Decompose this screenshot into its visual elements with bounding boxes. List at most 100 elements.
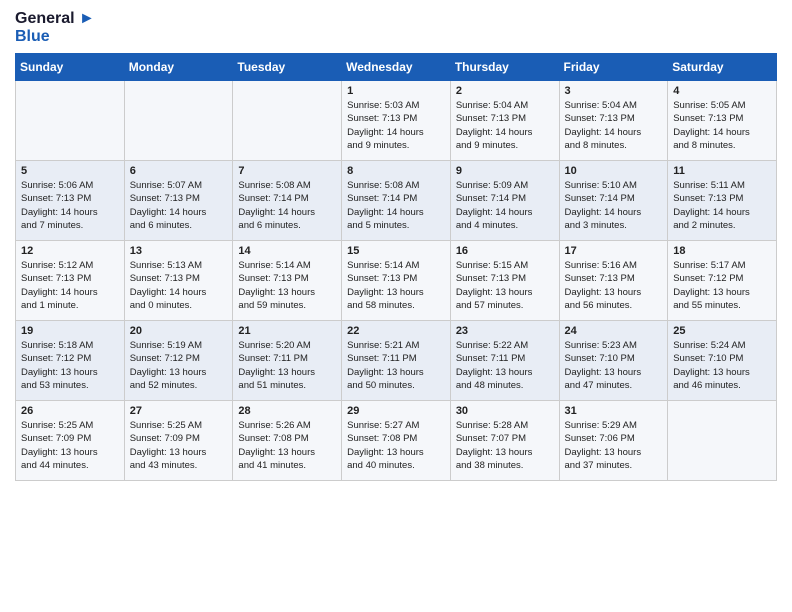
calendar-cell: 13Sunrise: 5:13 AMSunset: 7:13 PMDayligh… [124,241,233,321]
day-number: 19 [21,325,119,337]
day-number: 23 [456,325,554,337]
day-info: Sunrise: 5:16 AMSunset: 7:13 PMDaylight:… [565,259,663,312]
calendar-cell: 16Sunrise: 5:15 AMSunset: 7:13 PMDayligh… [450,241,559,321]
day-number: 24 [565,325,663,337]
calendar-cell: 7 Sunrise: 5:08 AMSunset: 7:14 PMDaylight… [233,161,342,241]
day-number: 14 [238,245,336,257]
weekday-header-sunday: Sunday [16,54,125,81]
calendar-cell: 14 Sunrise: 5:14 AMSunset: 7:13 PMDayligh… [233,241,342,321]
week-row-3: 12 Sunrise: 5:12 AMSunset: 7:13 PMDayligh… [16,241,777,321]
calendar-cell: 21 Sunrise: 5:20 AMSunset: 7:11 PMDayligh… [233,321,342,401]
day-number: 25 [673,325,771,337]
day-info: Sunrise: 5:08 AMSunset: 7:14 PMDaylight:… [238,179,336,232]
calendar-cell: 11 Sunrise: 5:11 AMSunset: 7:13 PMDayligh… [668,161,777,241]
day-info: Sunrise: 5:06 AMSunset: 7:13 PMDaylight:… [21,179,119,232]
day-number: 30 [456,405,554,417]
calendar-cell: 18Sunrise: 5:17 AMSunset: 7:12 PMDayligh… [668,241,777,321]
day-number: 8 [347,165,445,177]
day-number: 21 [238,325,336,337]
calendar-table: SundayMondayTuesdayWednesdayThursdayFrid… [15,53,777,481]
day-number: 1 [347,85,445,97]
calendar-cell [233,81,342,161]
day-number: 6 [130,165,228,177]
day-number: 26 [21,405,119,417]
day-info: Sunrise: 5:03 AMSunset: 7:13 PMDaylight:… [347,99,445,152]
logo: General ► Blue [15,10,95,45]
weekday-header-tuesday: Tuesday [233,54,342,81]
day-info: Sunrise: 5:20 AMSunset: 7:11 PMDaylight:… [238,339,336,392]
day-number: 15 [347,245,445,257]
day-number: 27 [130,405,228,417]
day-info: Sunrise: 5:04 AMSunset: 7:13 PMDaylight:… [565,99,663,152]
day-info: Sunrise: 5:21 AMSunset: 7:11 PMDaylight:… [347,339,445,392]
week-row-5: 26 Sunrise: 5:25 AMSunset: 7:09 PMDayligh… [16,401,777,481]
day-number: 17 [565,245,663,257]
day-info: Sunrise: 5:25 AMSunset: 7:09 PMDaylight:… [130,419,228,472]
day-number: 29 [347,405,445,417]
day-info: Sunrise: 5:04 AMSunset: 7:13 PMDaylight:… [456,99,554,152]
day-info: Sunrise: 5:24 AMSunset: 7:10 PMDaylight:… [673,339,771,392]
calendar-cell [124,81,233,161]
day-number: 22 [347,325,445,337]
page-header: General ► Blue [15,10,777,45]
day-info: Sunrise: 5:09 AMSunset: 7:14 PMDaylight:… [456,179,554,232]
weekday-header-wednesday: Wednesday [342,54,451,81]
day-info: Sunrise: 5:19 AMSunset: 7:12 PMDaylight:… [130,339,228,392]
day-number: 13 [130,245,228,257]
calendar-cell: 27 Sunrise: 5:25 AMSunset: 7:09 PMDayligh… [124,401,233,481]
day-info: Sunrise: 5:11 AMSunset: 7:13 PMDaylight:… [673,179,771,232]
day-number: 16 [456,245,554,257]
week-row-1: 1 Sunrise: 5:03 AMSunset: 7:13 PMDaylight… [16,81,777,161]
day-number: 12 [21,245,119,257]
calendar-cell: 25 Sunrise: 5:24 AMSunset: 7:10 PMDayligh… [668,321,777,401]
weekday-header-saturday: Saturday [668,54,777,81]
calendar-cell [668,401,777,481]
day-info: Sunrise: 5:14 AMSunset: 7:13 PMDaylight:… [347,259,445,312]
day-info: Sunrise: 5:12 AMSunset: 7:13 PMDaylight:… [21,259,119,312]
calendar-cell: 5 Sunrise: 5:06 AMSunset: 7:13 PMDaylight… [16,161,125,241]
calendar-cell: 24 Sunrise: 5:23 AMSunset: 7:10 PMDayligh… [559,321,668,401]
day-number: 5 [21,165,119,177]
calendar-cell: 4Sunrise: 5:05 AMSunset: 7:13 PMDaylight… [668,81,777,161]
calendar-cell: 2 Sunrise: 5:04 AMSunset: 7:13 PMDaylight… [450,81,559,161]
day-info: Sunrise: 5:25 AMSunset: 7:09 PMDaylight:… [21,419,119,472]
day-info: Sunrise: 5:07 AMSunset: 7:13 PMDaylight:… [130,179,228,232]
day-info: Sunrise: 5:08 AMSunset: 7:14 PMDaylight:… [347,179,445,232]
day-number: 11 [673,165,771,177]
day-info: Sunrise: 5:26 AMSunset: 7:08 PMDaylight:… [238,419,336,472]
calendar-cell: 26 Sunrise: 5:25 AMSunset: 7:09 PMDayligh… [16,401,125,481]
calendar-cell: 30Sunrise: 5:28 AMSunset: 7:07 PMDayligh… [450,401,559,481]
day-number: 20 [130,325,228,337]
calendar-cell: 22 Sunrise: 5:21 AMSunset: 7:11 PMDayligh… [342,321,451,401]
day-number: 9 [456,165,554,177]
calendar-cell: 23 Sunrise: 5:22 AMSunset: 7:11 PMDayligh… [450,321,559,401]
day-number: 4 [673,85,771,97]
calendar-cell: 9 Sunrise: 5:09 AMSunset: 7:14 PMDaylight… [450,161,559,241]
day-number: 7 [238,165,336,177]
calendar-cell: 6 Sunrise: 5:07 AMSunset: 7:13 PMDaylight… [124,161,233,241]
day-number: 18 [673,245,771,257]
day-info: Sunrise: 5:27 AMSunset: 7:08 PMDaylight:… [347,419,445,472]
calendar-cell: 1 Sunrise: 5:03 AMSunset: 7:13 PMDaylight… [342,81,451,161]
calendar-cell: 10Sunrise: 5:10 AMSunset: 7:14 PMDayligh… [559,161,668,241]
calendar-cell [16,81,125,161]
day-info: Sunrise: 5:23 AMSunset: 7:10 PMDaylight:… [565,339,663,392]
day-info: Sunrise: 5:29 AMSunset: 7:06 PMDaylight:… [565,419,663,472]
day-info: Sunrise: 5:14 AMSunset: 7:13 PMDaylight:… [238,259,336,312]
calendar-cell: 19Sunrise: 5:18 AMSunset: 7:12 PMDayligh… [16,321,125,401]
calendar-cell: 8 Sunrise: 5:08 AMSunset: 7:14 PMDaylight… [342,161,451,241]
calendar-cell: 29 Sunrise: 5:27 AMSunset: 7:08 PMDayligh… [342,401,451,481]
day-number: 28 [238,405,336,417]
day-info: Sunrise: 5:22 AMSunset: 7:11 PMDaylight:… [456,339,554,392]
calendar-cell: 17 Sunrise: 5:16 AMSunset: 7:13 PMDayligh… [559,241,668,321]
weekday-header-monday: Monday [124,54,233,81]
calendar-cell: 20 Sunrise: 5:19 AMSunset: 7:12 PMDayligh… [124,321,233,401]
calendar-cell: 28 Sunrise: 5:26 AMSunset: 7:08 PMDayligh… [233,401,342,481]
day-number: 2 [456,85,554,97]
logo-blue: Blue [15,28,95,46]
logo-general: General ► [15,10,95,28]
week-row-4: 19Sunrise: 5:18 AMSunset: 7:12 PMDayligh… [16,321,777,401]
calendar-cell: 15 Sunrise: 5:14 AMSunset: 7:13 PMDayligh… [342,241,451,321]
weekday-header-row: SundayMondayTuesdayWednesdayThursdayFrid… [16,54,777,81]
weekday-header-friday: Friday [559,54,668,81]
